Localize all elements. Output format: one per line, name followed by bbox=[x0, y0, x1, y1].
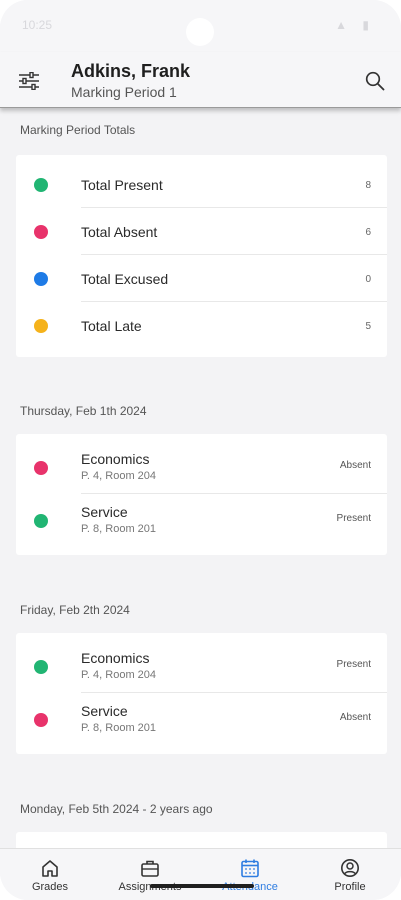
total-count: 5 bbox=[365, 321, 371, 332]
total-row-late: Total Late 5 bbox=[16, 302, 387, 349]
day-label: Thursday, Feb 1th 2024 bbox=[20, 404, 147, 418]
class-detail: P. 8, Room 201 bbox=[81, 523, 157, 535]
total-row-excused: Total Excused 0 bbox=[16, 255, 387, 302]
nav-assignments[interactable]: Assignments bbox=[100, 849, 200, 900]
total-label: Total Late bbox=[81, 318, 142, 334]
total-label: Total Excused bbox=[81, 271, 169, 287]
day-card: Economics P. 4, Room 204 Present Service… bbox=[16, 633, 387, 754]
nav-label: Grades bbox=[31, 881, 69, 893]
camera-cutout bbox=[186, 18, 214, 46]
class-row[interactable]: Service P. 8, Room 201 Present bbox=[16, 494, 387, 547]
account-circle-icon bbox=[341, 859, 359, 877]
class-row[interactable]: Economics P. 4, Room 204 Present bbox=[16, 640, 387, 693]
class-detail: P. 4, Room 204 bbox=[81, 470, 157, 482]
home-icon bbox=[42, 860, 58, 877]
total-row-present: Total Present 8 bbox=[16, 161, 387, 208]
student-name: Adkins, Frank bbox=[71, 61, 191, 81]
briefcase-icon bbox=[141, 860, 159, 877]
status-dot bbox=[34, 660, 48, 674]
home-indicator[interactable] bbox=[150, 884, 254, 888]
attendance-status: Absent bbox=[339, 460, 371, 471]
class-row[interactable]: Economics P. 4, Room 204 Absent bbox=[16, 441, 387, 494]
status-dot bbox=[34, 514, 48, 528]
total-count: 0 bbox=[365, 274, 371, 285]
status-dot bbox=[34, 713, 48, 727]
total-label: Total Absent bbox=[81, 224, 158, 240]
nav-grades[interactable]: Grades bbox=[0, 849, 100, 900]
totals-section-label: Marking Period Totals bbox=[20, 123, 136, 137]
attendance-list[interactable]: Marking Period Totals Total Present 8 To… bbox=[0, 108, 401, 848]
filter-settings-icon[interactable] bbox=[18, 72, 40, 90]
total-count: 8 bbox=[365, 180, 371, 191]
attendance-status: Present bbox=[336, 659, 371, 670]
calendar-icon bbox=[241, 859, 259, 878]
attendance-status: Absent bbox=[339, 712, 371, 723]
status-dot bbox=[34, 461, 48, 475]
app-header: Adkins, Frank Marking Period 1 bbox=[0, 52, 401, 108]
nav-attendance[interactable]: Attendance bbox=[200, 849, 300, 900]
late-dot bbox=[34, 319, 48, 333]
class-name: Economics bbox=[81, 451, 150, 467]
totals-card: Total Present 8 Total Absent 6 Total Exc… bbox=[16, 155, 387, 357]
status-icons: ▲ ▮ bbox=[335, 18, 375, 32]
day-card: Economics P. 4, Room 204 Absent Service … bbox=[16, 434, 387, 555]
class-name: Service bbox=[81, 504, 128, 520]
nav-profile[interactable]: Profile bbox=[300, 849, 400, 900]
total-label: Total Present bbox=[81, 177, 163, 193]
present-dot bbox=[34, 178, 48, 192]
class-detail: P. 8, Room 201 bbox=[81, 722, 157, 734]
status-time: 10:25 bbox=[22, 18, 53, 32]
attendance-status: Present bbox=[336, 513, 371, 524]
day-label: Friday, Feb 2th 2024 bbox=[20, 603, 130, 617]
status-bar: 10:25 ▲ ▮ bbox=[0, 0, 401, 52]
marking-period-label: Marking Period 1 bbox=[71, 84, 177, 100]
total-row-absent: Total Absent 6 bbox=[16, 208, 387, 255]
bottom-navigation: Grades Assignments Attendance bbox=[0, 848, 401, 900]
class-name: Economics bbox=[81, 650, 150, 666]
class-detail: P. 4, Room 204 bbox=[81, 669, 157, 681]
day-card bbox=[16, 832, 387, 848]
excused-dot bbox=[34, 272, 48, 286]
day-label: Monday, Feb 5th 2024 - 2 years ago bbox=[20, 802, 213, 816]
total-count: 6 bbox=[365, 227, 371, 238]
absent-dot bbox=[34, 225, 48, 239]
nav-label: Profile bbox=[334, 881, 366, 893]
class-row[interactable]: Service P. 8, Room 201 Absent bbox=[16, 693, 387, 746]
class-name: Service bbox=[81, 703, 128, 719]
search-icon[interactable] bbox=[365, 71, 385, 91]
phone-screen: 10:25 ▲ ▮ Adkins, Frank Marking Period 1… bbox=[0, 0, 401, 900]
